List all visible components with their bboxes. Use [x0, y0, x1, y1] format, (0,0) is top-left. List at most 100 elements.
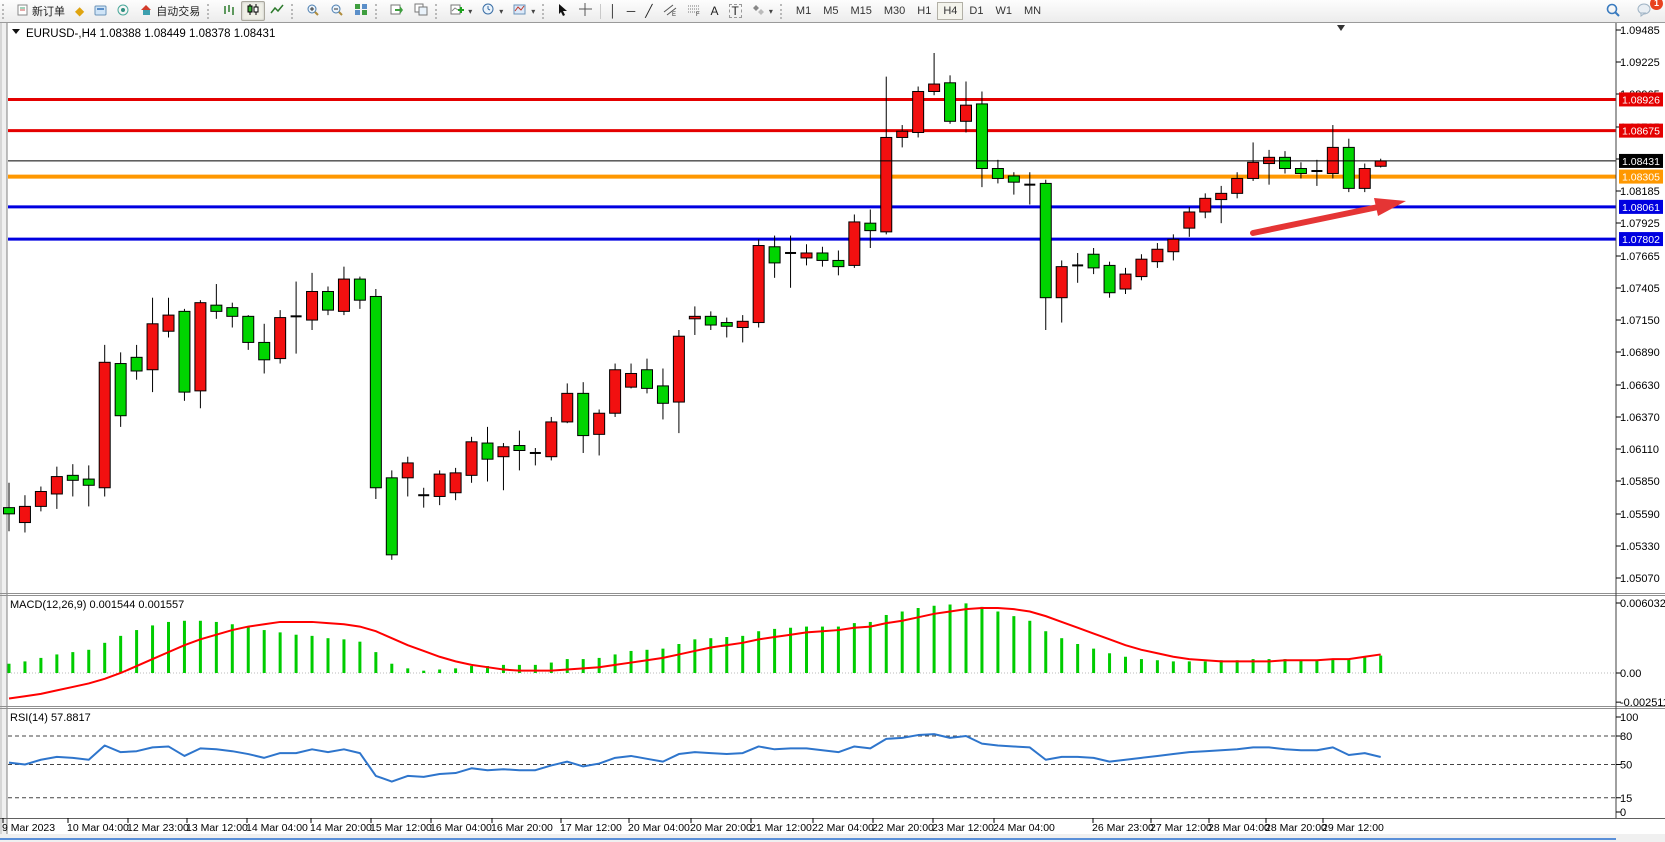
vertical-line-icon: │: [609, 5, 617, 17]
toolbar-grip[interactable]: [291, 4, 298, 19]
candlestick-chart-button[interactable]: [241, 1, 265, 21]
period-button[interactable]: ▾: [477, 1, 508, 21]
shapes-tool[interactable]: ▾: [747, 1, 778, 21]
crosshair-button[interactable]: [574, 1, 597, 21]
chart-canvas[interactable]: EURUSD-,H4 1.08388 1.08449 1.08378 1.084…: [0, 0, 1665, 842]
channel-icon: E: [663, 3, 677, 19]
auto-trading-button[interactable]: 自动交易: [135, 1, 205, 21]
market-watch-button[interactable]: [89, 1, 112, 21]
new-chart-button[interactable]: ▾: [445, 1, 477, 21]
market-depth-button[interactable]: ◆: [70, 1, 89, 21]
cascade-charts-button[interactable]: [409, 1, 433, 21]
price-tick-label: 1.07665: [1620, 251, 1660, 263]
candle: [386, 470, 397, 559]
chevron-down-icon: ▾: [499, 7, 503, 16]
chevron-down-icon: ▾: [531, 7, 535, 16]
search-button[interactable]: [1601, 1, 1626, 21]
time-tick-label: 14 Mar 04:00: [246, 822, 308, 834]
price-tick-label: 1.07150: [1620, 315, 1660, 327]
trendline-icon: ╱: [645, 5, 652, 17]
text-icon: A: [711, 5, 719, 17]
bar-chart-button[interactable]: [217, 1, 241, 21]
time-tick-label: 22 Mar 20:00: [872, 822, 934, 834]
trendline-tool[interactable]: ╱: [640, 1, 657, 21]
timeframe-m1[interactable]: M1: [790, 2, 817, 20]
candle: [913, 87, 924, 138]
new-order-icon: [17, 4, 29, 18]
zoom-in-button[interactable]: [301, 1, 325, 21]
auto-trading-icon: [140, 4, 153, 19]
price-tick-label: 1.05070: [1620, 573, 1660, 585]
time-tick-label: 26 Mar 23:00: [1092, 822, 1154, 834]
toolbar-grip[interactable]: [375, 4, 382, 19]
timeframe-w1[interactable]: W1: [989, 2, 1018, 20]
time-tick-label: 9 Mar 2023: [2, 822, 55, 834]
new-order-button[interactable]: 新订单: [12, 1, 70, 21]
toolbar-separator: [600, 4, 601, 19]
time-tick-label: 28 Mar 20:00: [1265, 822, 1327, 834]
cursor-button[interactable]: [552, 1, 574, 21]
rsi-axis-label: 80: [1620, 731, 1632, 743]
timeframe-group: M1M5M15M30H1H4D1W1MN: [790, 2, 1047, 20]
horizontal-line-tool[interactable]: ─: [622, 1, 641, 21]
line-chart-button[interactable]: [265, 1, 289, 21]
timeframe-m5[interactable]: M5: [817, 2, 844, 20]
signal-button[interactable]: [112, 1, 135, 21]
shapes-icon: [752, 4, 765, 19]
time-tick-label: 16 Mar 04:00: [430, 822, 492, 834]
time-tick-label: 17 Mar 12:00: [560, 822, 622, 834]
fibonacci-tool[interactable]: F: [682, 1, 706, 21]
signal-icon: [117, 4, 130, 19]
new-chart-icon: [450, 3, 464, 19]
toolbar-grip[interactable]: [2, 4, 9, 19]
timeframe-h4[interactable]: H4: [937, 2, 963, 20]
timeframe-m15[interactable]: M15: [844, 2, 877, 20]
time-tick-label: 14 Mar 20:00: [310, 822, 372, 834]
fibonacci-icon: F: [687, 3, 701, 19]
macd-label: MACD(12,26,9) 0.001544 0.001557: [10, 599, 184, 611]
auto-trading-label: 自动交易: [156, 3, 200, 19]
price-tick-label: 1.05850: [1620, 476, 1660, 488]
tile-windows-button[interactable]: [349, 1, 373, 21]
price-tick-label: 1.06890: [1620, 347, 1660, 359]
price-tick-label: 1.05590: [1620, 509, 1660, 521]
arrange-charts-button[interactable]: [385, 1, 409, 21]
price-tag-text: 1.08061: [1622, 202, 1660, 214]
candle: [546, 417, 557, 460]
candle: [945, 75, 956, 123]
time-tick-label: 23 Mar 12:00: [932, 822, 994, 834]
vertical-line-tool[interactable]: │: [604, 1, 622, 21]
price-tick-label: 1.09225: [1620, 57, 1660, 69]
macd-axis-label: -0.002511: [1620, 697, 1665, 709]
timeframe-h1[interactable]: H1: [911, 2, 937, 20]
label-icon: T: [729, 4, 742, 18]
cursor-icon: [557, 3, 569, 19]
timeframe-d1[interactable]: D1: [963, 2, 989, 20]
candle: [99, 345, 110, 497]
toolbar-grip[interactable]: [435, 4, 442, 19]
text-tool[interactable]: A: [706, 1, 724, 21]
price-tag-text: 1.08431: [1622, 156, 1660, 168]
timeframe-m30[interactable]: M30: [878, 2, 911, 20]
notifications-button[interactable]: 1: [1632, 1, 1657, 21]
search-icon: [1606, 3, 1621, 20]
zoom-out-button[interactable]: [325, 1, 349, 21]
clock-icon: [482, 3, 495, 19]
label-tool[interactable]: T: [724, 1, 747, 21]
templates-button[interactable]: ▾: [508, 1, 540, 21]
crosshair-icon: [579, 3, 592, 19]
timeframe-mn[interactable]: MN: [1018, 2, 1047, 20]
price-tick-label: 1.08185: [1620, 186, 1660, 198]
rsi-axis-label: 50: [1620, 760, 1632, 772]
toolbar-grip[interactable]: [207, 4, 214, 19]
candle: [179, 309, 190, 401]
price-tag-text: 1.08926: [1622, 94, 1660, 106]
toolbar-grip[interactable]: [780, 4, 787, 19]
rsi-label: RSI(14) 57.8817: [10, 712, 91, 724]
price-tick-label: 1.06370: [1620, 412, 1660, 424]
price-tick-label: 1.09485: [1620, 25, 1660, 37]
toolbar-grip[interactable]: [542, 4, 549, 19]
macd-axis-label: 0.00: [1620, 668, 1641, 680]
channel-tool[interactable]: E: [658, 1, 682, 21]
time-tick-label: 29 Mar 12:00: [1322, 822, 1384, 834]
